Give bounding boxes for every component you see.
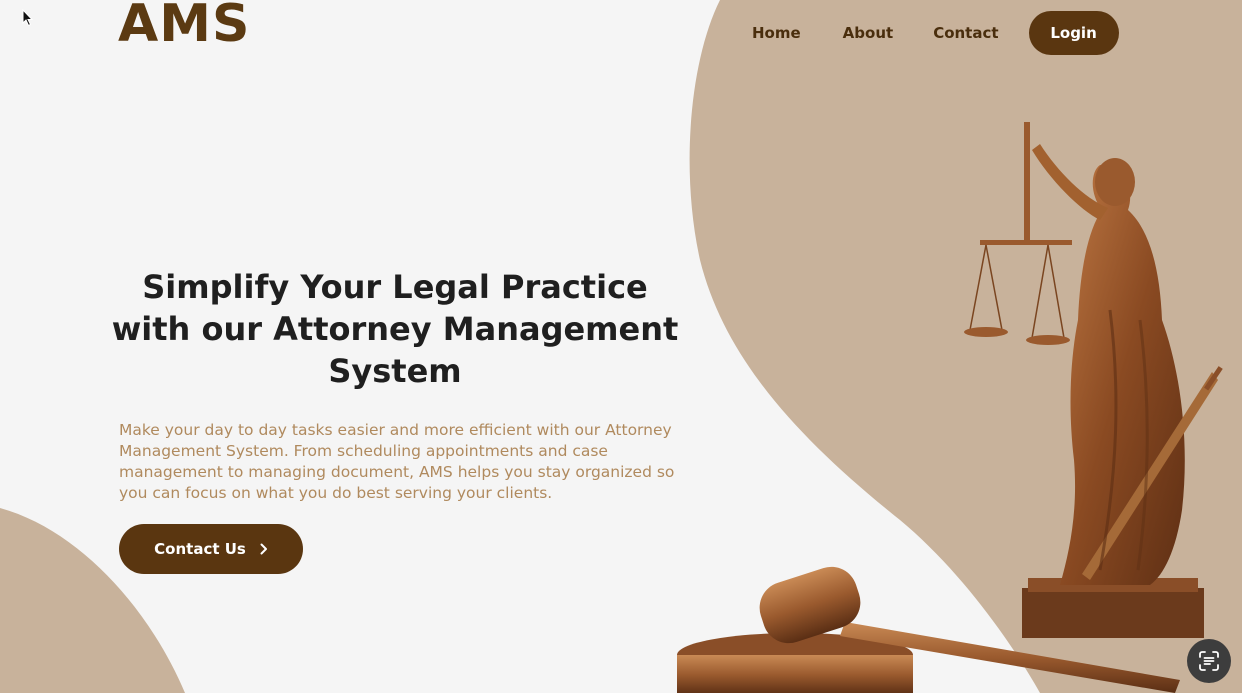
nav-link-about[interactable]: About [831,24,906,42]
contact-us-button[interactable]: Contact Us [119,524,303,574]
gavel-image [677,566,1180,693]
hero-title: Simplify Your Legal Practice with our At… [110,266,680,392]
hero-title-line-2: with our Attorney Management [111,310,679,348]
chevron-right-icon [260,543,268,555]
scan-text-button[interactable] [1187,639,1231,683]
brand-logo[interactable]: AMS [118,0,250,54]
hero-title-line-1: Simplify Your Legal Practice [142,268,648,306]
scan-text-icon [1199,651,1219,671]
nav-link-contact[interactable]: Contact [921,24,1010,42]
login-button[interactable]: Login [1028,11,1119,55]
hero-description: Make your day to day tasks easier and mo… [119,421,675,502]
contact-us-label: Contact Us [154,540,246,558]
landing-page: AMS Home About Contact Login Simplify Yo… [0,0,1242,693]
mouse-pointer-icon [22,9,34,27]
hero-title-line-3: System [328,352,462,390]
nav-link-home[interactable]: Home [740,24,813,42]
main-nav: Home About Contact Login [740,11,1119,55]
